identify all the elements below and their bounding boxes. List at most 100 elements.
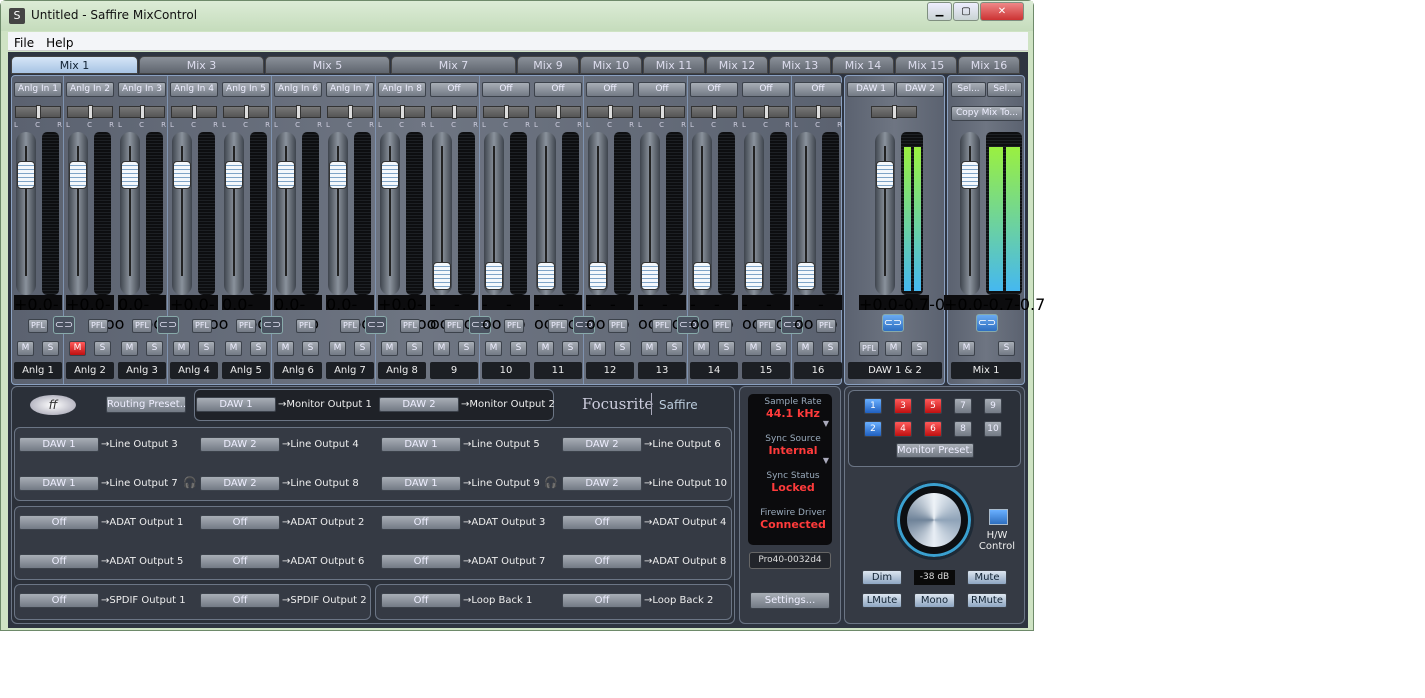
input-select-button[interactable]: Anlg In 1: [14, 82, 62, 97]
pfl-button[interactable]: PFL: [400, 319, 420, 333]
fader-knob[interactable]: [876, 160, 894, 189]
mute-button[interactable]: M: [589, 341, 606, 356]
solo-button[interactable]: S: [94, 341, 111, 356]
solo-button[interactable]: S: [718, 341, 735, 356]
speaker-select-button-2[interactable]: 2: [864, 421, 882, 437]
solo-button[interactable]: S: [562, 341, 579, 356]
rmute-button[interactable]: RMute: [967, 593, 1007, 608]
mute-button[interactable]: M: [885, 341, 902, 356]
input-select-button[interactable]: Off: [690, 82, 738, 97]
pan-slider[interactable]: [379, 105, 425, 119]
input-select-button[interactable]: Anlg In 5: [222, 82, 270, 97]
tab-mix-10[interactable]: Mix 10: [580, 56, 642, 74]
lmute-button[interactable]: LMute: [862, 593, 902, 608]
input-select-button[interactable]: Off: [586, 82, 634, 97]
tab-mix-15[interactable]: Mix 15: [895, 56, 957, 74]
route-source-select[interactable]: Off: [19, 514, 99, 530]
mute-button[interactable]: M: [693, 341, 710, 356]
route-source-select[interactable]: DAW 2: [379, 396, 459, 412]
pfl-button[interactable]: PFL: [340, 319, 360, 333]
fader-knob[interactable]: [381, 160, 399, 189]
menu-help[interactable]: Help: [40, 34, 79, 52]
route-source-select[interactable]: Off: [200, 514, 280, 530]
mute-button[interactable]: M: [277, 341, 294, 356]
pan-slider[interactable]: [431, 105, 477, 119]
solo-button[interactable]: S: [42, 341, 59, 356]
speaker-select-button-4[interactable]: 4: [894, 421, 912, 437]
fader-knob[interactable]: [693, 262, 711, 290]
monitor-volume-knob[interactable]: [894, 480, 974, 560]
tab-mix-3[interactable]: Mix 3: [139, 56, 264, 74]
pfl-button[interactable]: PFL: [712, 319, 732, 333]
mono-button[interactable]: Mono: [914, 593, 955, 608]
pfl-button[interactable]: PFL: [192, 319, 212, 333]
pan-slider[interactable]: [327, 105, 373, 119]
dropdown-arrow-icon[interactable]: ▼: [823, 419, 829, 428]
solo-button[interactable]: S: [406, 341, 423, 356]
routing-preset-button[interactable]: Routing Preset...: [106, 396, 186, 413]
mute-button[interactable]: M: [225, 341, 242, 356]
fader-knob[interactable]: [277, 160, 295, 189]
route-source-select[interactable]: DAW 2: [200, 475, 280, 491]
speaker-select-button-3[interactable]: 3: [894, 398, 912, 414]
solo-button[interactable]: S: [198, 341, 215, 356]
fader-knob[interactable]: [745, 262, 763, 290]
pan-slider[interactable]: [171, 105, 217, 119]
speaker-select-button-6[interactable]: 6: [924, 421, 942, 437]
route-source-select[interactable]: DAW 1: [381, 475, 461, 491]
fader-knob[interactable]: [121, 160, 139, 189]
solo-button[interactable]: S: [666, 341, 683, 356]
route-source-select[interactable]: Off: [562, 592, 642, 608]
solo-button[interactable]: S: [354, 341, 371, 356]
pfl-button[interactable]: PFL: [504, 319, 524, 333]
tab-mix-16[interactable]: Mix 16: [958, 56, 1020, 74]
pan-slider[interactable]: [691, 105, 737, 119]
solo-button[interactable]: S: [998, 341, 1015, 356]
route-source-select[interactable]: DAW 1: [19, 475, 99, 491]
speaker-select-button-10[interactable]: 10: [984, 421, 1002, 437]
tab-mix-11[interactable]: Mix 11: [643, 56, 705, 74]
fader-knob[interactable]: [961, 160, 979, 189]
route-source-select[interactable]: Off: [562, 514, 642, 530]
mute-button[interactable]: M: [958, 341, 975, 356]
pfl-button[interactable]: PFL: [816, 319, 836, 333]
speaker-select-button-9[interactable]: 9: [984, 398, 1002, 414]
route-source-select[interactable]: Off: [200, 592, 280, 608]
pan-slider[interactable]: [743, 105, 789, 119]
pfl-button[interactable]: PFL: [859, 341, 879, 356]
input-select-button[interactable]: Anlg In 6: [274, 82, 322, 97]
pfl-button[interactable]: PFL: [296, 319, 316, 333]
fader-knob[interactable]: [433, 262, 451, 290]
tab-mix-1[interactable]: Mix 1: [11, 56, 138, 74]
mute-button[interactable]: M: [121, 341, 138, 356]
route-source-select[interactable]: DAW 2: [200, 436, 280, 452]
pan-slider[interactable]: [795, 105, 841, 119]
pfl-button[interactable]: PFL: [652, 319, 672, 333]
input-select-button[interactable]: Off: [534, 82, 582, 97]
fader-knob[interactable]: [537, 262, 555, 290]
pan-slider[interactable]: [483, 105, 529, 119]
solo-button[interactable]: S: [770, 341, 787, 356]
pan-slider[interactable]: [587, 105, 633, 119]
pan-slider[interactable]: [15, 105, 61, 119]
route-source-select[interactable]: DAW 2: [562, 436, 642, 452]
mute-button[interactable]: M: [797, 341, 814, 356]
fader-knob[interactable]: [173, 160, 191, 189]
fader-knob[interactable]: [485, 262, 503, 290]
solo-button[interactable]: S: [822, 341, 839, 356]
route-source-select[interactable]: DAW 2: [562, 475, 642, 491]
tab-mix-5[interactable]: Mix 5: [265, 56, 390, 74]
route-source-select[interactable]: Off: [19, 592, 99, 608]
input-select-button[interactable]: Anlg In 8: [378, 82, 426, 97]
solo-button[interactable]: S: [250, 341, 267, 356]
input-select-button[interactable]: Anlg In 3: [118, 82, 166, 97]
sample-rate-value[interactable]: 44.1 kHz: [754, 407, 832, 420]
route-source-select[interactable]: DAW 1: [19, 436, 99, 452]
dropdown-arrow-icon[interactable]: ▼: [823, 456, 829, 465]
solo-button[interactable]: S: [458, 341, 475, 356]
pfl-button[interactable]: PFL: [132, 319, 152, 333]
pfl-button[interactable]: PFL: [548, 319, 568, 333]
input-select-button[interactable]: Anlg In 2: [66, 82, 114, 97]
hw-control-toggle[interactable]: [989, 509, 1008, 525]
mute-button[interactable]: M: [641, 341, 658, 356]
